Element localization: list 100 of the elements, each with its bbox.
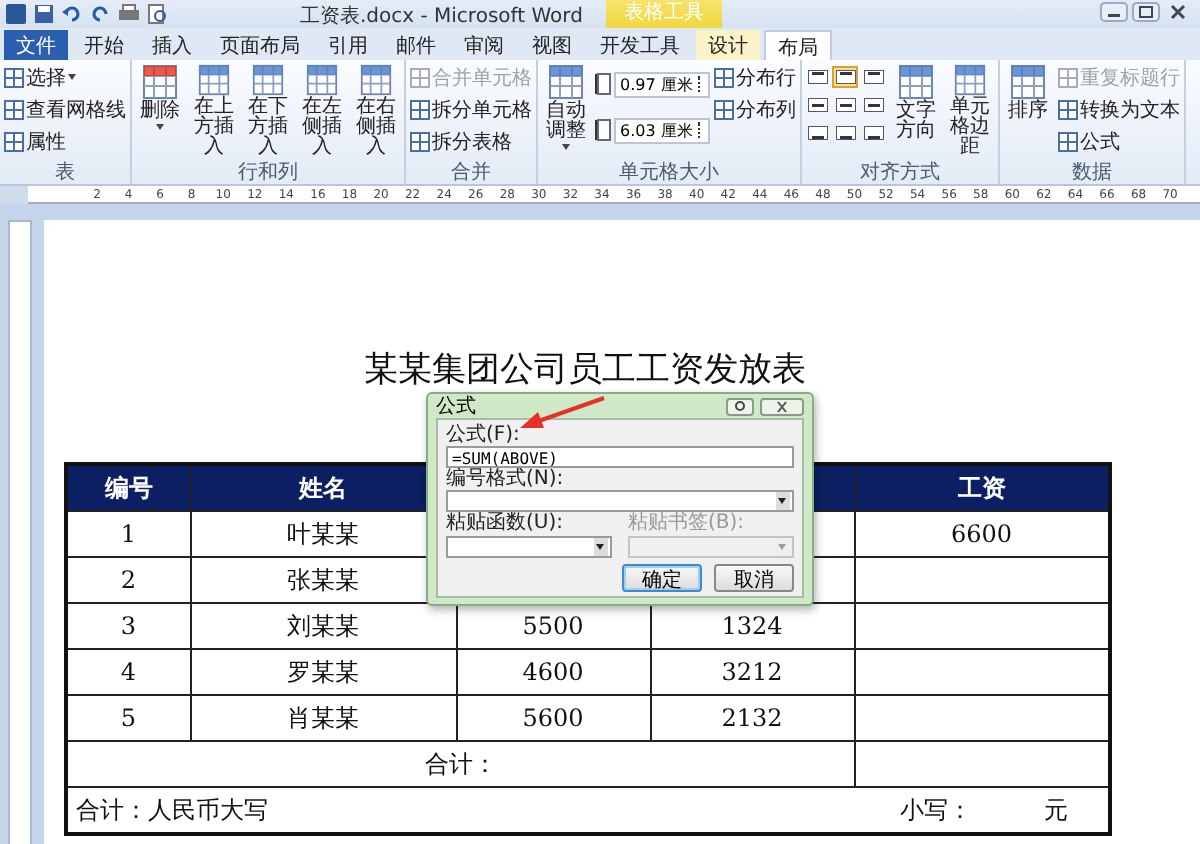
table-cell: 3212 — [650, 649, 854, 695]
save-icon[interactable] — [34, 4, 54, 24]
print-icon[interactable] — [118, 4, 140, 24]
table-icon — [410, 67, 430, 87]
height-icon — [594, 118, 612, 142]
table-cell: 肖某某 — [190, 695, 456, 741]
table-icon — [898, 64, 934, 100]
table-icon — [4, 67, 24, 87]
ribbon-button[interactable]: 单元格边距 — [944, 62, 996, 160]
ribbon-button[interactable]: 选择 — [2, 62, 128, 92]
table-cell: 罗某某 — [190, 649, 456, 695]
table-icon — [304, 64, 340, 96]
dropdown-arrow-icon — [156, 124, 164, 130]
close-icon[interactable] — [760, 397, 804, 415]
align-button[interactable] — [804, 66, 830, 88]
ribbon-button[interactable]: 属性 — [2, 126, 128, 156]
align-icon — [807, 70, 827, 84]
undo-icon[interactable] — [62, 4, 82, 24]
align-icon — [807, 98, 827, 112]
pointer-arrow — [518, 396, 606, 432]
align-icon — [863, 70, 883, 84]
ribbon-button[interactable]: 查看网格线 — [2, 94, 128, 124]
size-spin-field[interactable]: 0.97 厘米 — [614, 71, 710, 97]
table-cell: 4600 — [456, 649, 650, 695]
ribbon-button[interactable]: 在左侧插入 — [296, 62, 348, 160]
align-icon — [835, 98, 855, 112]
ribbon-tab[interactable]: 布局 — [764, 30, 832, 60]
ribbon-button[interactable]: 分布列 — [712, 94, 798, 124]
ribbon-tab[interactable]: 文件 — [4, 30, 68, 60]
table-icon — [196, 64, 232, 96]
dialog-button[interactable]: 确定 — [622, 564, 702, 592]
table-cell: 2 — [66, 557, 190, 603]
ribbon-tab[interactable]: 设计 — [696, 30, 760, 60]
table-icon — [410, 99, 430, 119]
align-icon — [807, 126, 827, 140]
table-icon — [4, 99, 24, 119]
table-icon — [1058, 131, 1078, 151]
ribbon-tab[interactable]: 审阅 — [452, 30, 516, 60]
minimize-icon[interactable] — [1100, 2, 1128, 22]
ribbon-button[interactable]: 排序 — [1002, 62, 1054, 160]
align-button[interactable] — [832, 66, 858, 88]
ribbon-button[interactable]: 在上方插入 — [188, 62, 240, 160]
table-icon — [952, 64, 988, 96]
redo-icon[interactable] — [90, 4, 110, 24]
field-label: 粘贴函数(U): — [446, 512, 565, 534]
align-button[interactable] — [860, 66, 886, 88]
ribbon-tab[interactable]: 邮件 — [384, 30, 448, 60]
window-title: 工资表.docx - Microsoft Word — [300, 3, 583, 30]
ribbon-button[interactable]: 文字方向 — [890, 62, 942, 160]
ribbon-button[interactable]: 拆分单元格 — [408, 94, 534, 124]
unit-label: 元 — [1044, 793, 1068, 827]
number-format-dropdown[interactable] — [446, 490, 794, 512]
ribbon-tab[interactable]: 插入 — [140, 30, 204, 60]
table-cell: 4 — [66, 649, 190, 695]
ribbon-button[interactable]: 公式 — [1056, 126, 1182, 156]
table-icon — [358, 64, 394, 96]
contextual-tab-group: 表格工具 — [606, 0, 722, 28]
ribbon-button[interactable]: 自动调整 — [540, 62, 592, 160]
table-icon — [1058, 99, 1078, 119]
ribbon-tab[interactable]: 视图 — [520, 30, 584, 60]
group-label: 合并 — [449, 162, 493, 184]
ribbon-tab[interactable]: 引用 — [316, 30, 380, 60]
table-icon — [1010, 64, 1046, 100]
header-cell: 工资 — [854, 464, 1110, 511]
table-icon — [250, 64, 286, 96]
table-icon — [714, 99, 734, 119]
ribbon-button[interactable]: 在右侧插入 — [350, 62, 402, 160]
group-label: 数据 — [1070, 162, 1114, 184]
spin-arrows-icon — [698, 76, 704, 92]
preview-icon[interactable] — [148, 4, 168, 24]
align-button[interactable] — [832, 94, 858, 116]
dialog-button[interactable]: 取消 — [714, 564, 794, 592]
table-cell: 3 — [66, 603, 190, 649]
align-button[interactable] — [860, 94, 886, 116]
table-icon — [714, 67, 734, 87]
ribbon-button[interactable]: 在下方插入 — [242, 62, 294, 160]
align-button[interactable] — [804, 122, 830, 144]
ribbon-tab[interactable]: 页面布局 — [208, 30, 312, 60]
help-icon[interactable] — [726, 397, 754, 415]
amount-label: 小写： — [900, 793, 972, 827]
align-icon — [835, 70, 855, 84]
group-label: 行和列 — [236, 162, 300, 184]
align-button[interactable] — [832, 122, 858, 144]
table-icon — [548, 64, 584, 100]
align-icon — [863, 126, 883, 140]
ribbon-tab[interactable]: 开始 — [72, 30, 136, 60]
align-button[interactable] — [860, 122, 886, 144]
ribbon-button[interactable]: 分布行 — [712, 62, 798, 92]
ribbon-button[interactable]: 转换为文本 — [1056, 94, 1182, 124]
maximize-icon[interactable] — [1132, 2, 1160, 22]
ribbon-tab[interactable]: 开发工具 — [588, 30, 692, 60]
select-dropdown[interactable] — [446, 536, 612, 558]
height-icon — [594, 72, 612, 96]
ribbon-button[interactable]: 删除 — [134, 62, 186, 160]
ribbon-button[interactable]: 拆分表格 — [408, 126, 534, 156]
formula-field[interactable]: =SUM(ABOVE) — [446, 446, 794, 468]
dropdown-arrow-icon — [562, 144, 570, 150]
size-spin-field[interactable]: 6.03 厘米 — [614, 117, 710, 143]
group-label: 单元格大小 — [617, 162, 721, 184]
align-button[interactable] — [804, 94, 830, 116]
